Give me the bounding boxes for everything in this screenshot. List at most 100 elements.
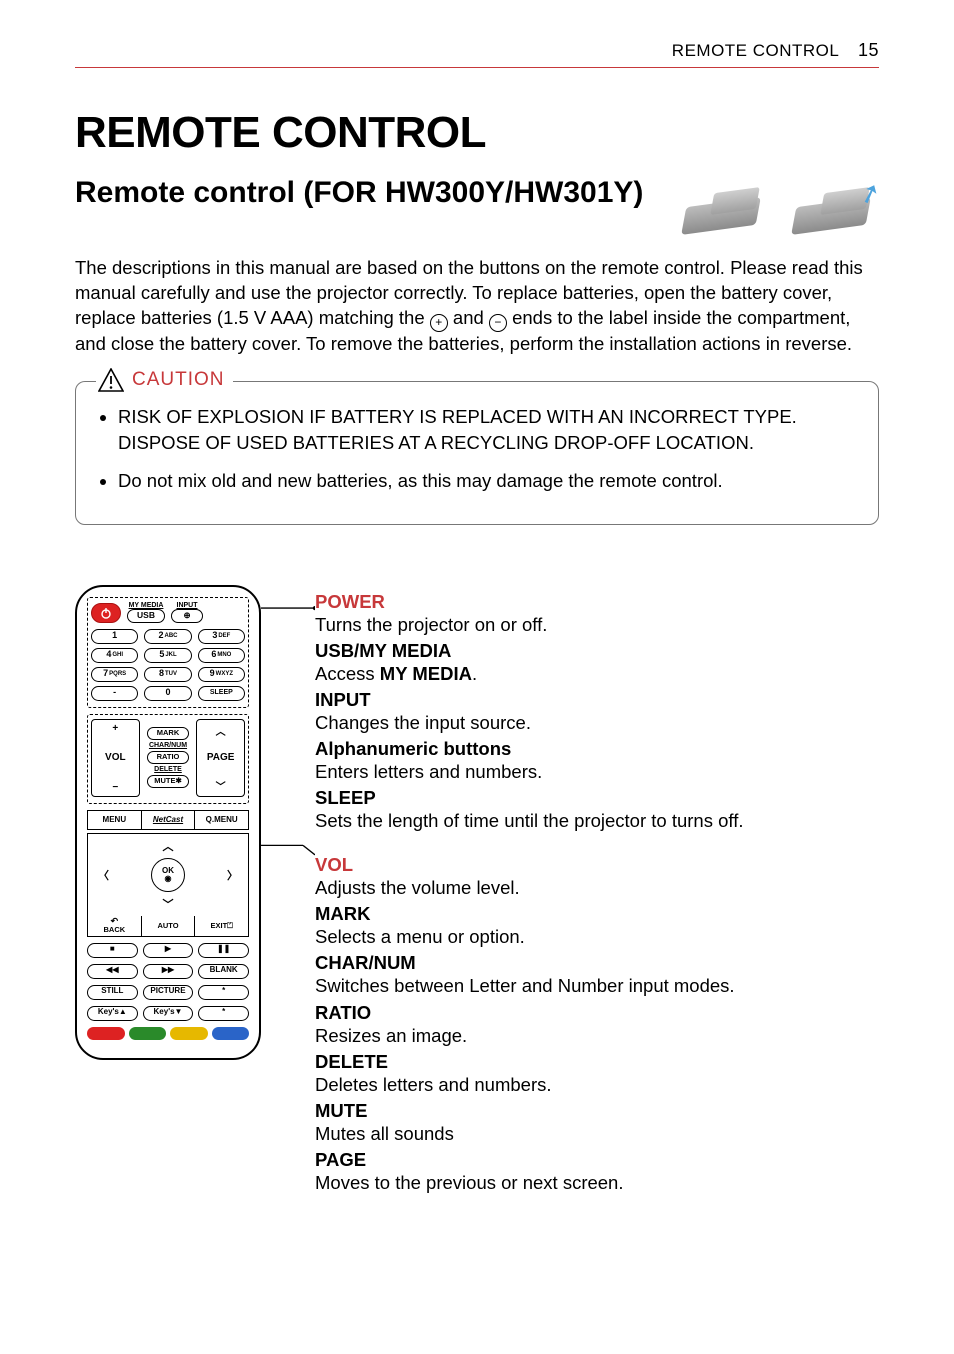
- mymedia-label: MY MEDIA: [129, 602, 164, 609]
- battery-illustrations: ➚: [677, 180, 879, 242]
- caution-item: Do not mix old and new batteries, as thi…: [118, 468, 854, 494]
- page-rocker[interactable]: ︿ PAGE ﹀: [196, 719, 245, 797]
- stop-button[interactable]: ■: [87, 943, 138, 958]
- caution-item: RISK OF EXPLOSION IF BATTERY IS REPLACED…: [118, 404, 854, 456]
- desc-term: PAGE: [315, 1149, 743, 1171]
- plus-icon: +: [430, 314, 448, 332]
- desc-term: Alphanumeric buttons: [315, 738, 743, 760]
- asterisk-button-2[interactable]: *: [198, 1006, 249, 1021]
- desc-term: CHAR/NUM: [315, 952, 743, 974]
- desc-term: DELETE: [315, 1051, 743, 1073]
- picture-button[interactable]: PICTURE: [143, 985, 194, 1000]
- desc-term: MUTE: [315, 1100, 743, 1122]
- arrow-right-icon: 〉: [227, 867, 238, 883]
- desc-def: Mutes all sounds: [315, 1122, 743, 1145]
- power-button[interactable]: [91, 603, 121, 623]
- desc-term: VOL: [315, 854, 743, 876]
- key-3[interactable]: 3DEF: [198, 629, 245, 644]
- menu-button[interactable]: MENU: [88, 811, 142, 829]
- input-button[interactable]: ⊕: [171, 609, 203, 623]
- ffwd-button[interactable]: ▶▶: [143, 964, 194, 979]
- minus-icon: −: [489, 314, 507, 332]
- desc-def: Access MY MEDIA.: [315, 662, 743, 685]
- color-red-button[interactable]: [87, 1027, 125, 1040]
- plus-icon: +: [112, 723, 118, 734]
- usb-button[interactable]: USB: [127, 609, 165, 623]
- keys-down-button[interactable]: Key's▼: [143, 1006, 194, 1021]
- qmenu-button[interactable]: Q.MENU: [195, 811, 248, 829]
- key-2[interactable]: 2ABC: [144, 629, 191, 644]
- exit-button[interactable]: EXIT⏍: [195, 916, 248, 936]
- desc-def: Deletes letters and numbers.: [315, 1073, 743, 1096]
- power-icon: [100, 607, 112, 619]
- key-5[interactable]: 5JKL: [144, 648, 191, 663]
- desc-term: SLEEP: [315, 787, 743, 809]
- key-4[interactable]: 4GHI: [91, 648, 138, 663]
- charnum-label: CHAR/NUM: [149, 742, 187, 749]
- pause-button[interactable]: ❚❚: [198, 943, 249, 958]
- mark-button[interactable]: MARK: [147, 727, 189, 740]
- key-1[interactable]: 1: [91, 629, 138, 644]
- caution-box: CAUTION RISK OF EXPLOSION IF BATTERY IS …: [75, 381, 879, 525]
- mute-button[interactable]: MUTE✱: [147, 775, 189, 788]
- ok-button[interactable]: OK ◉: [151, 858, 185, 892]
- dpad[interactable]: ︿ ﹀ 〈 〉 OK ◉: [87, 833, 249, 916]
- caution-label: CAUTION: [132, 369, 225, 391]
- desc-def: Enters letters and numbers.: [315, 760, 743, 783]
- play-button[interactable]: ▶: [143, 943, 194, 958]
- record-icon: ◉: [165, 875, 172, 883]
- ratio-button[interactable]: RATIO: [147, 751, 189, 764]
- netcast-button[interactable]: NetCast: [142, 811, 196, 829]
- page-number: 15: [858, 40, 879, 60]
- remote-diagram: MY MEDIA USB INPUT ⊕ 1 2ABC 3DEF 4GHI 5J…: [75, 585, 261, 1060]
- key-6[interactable]: 6MNO: [198, 648, 245, 663]
- sleep-button[interactable]: SLEEP: [198, 686, 245, 701]
- arrow-up-icon: ︿: [163, 838, 174, 854]
- key-8[interactable]: 8TUV: [144, 667, 191, 682]
- key-dash[interactable]: -: [91, 686, 138, 701]
- still-button[interactable]: STILL: [87, 985, 138, 1000]
- desc-term: MARK: [315, 903, 743, 925]
- warning-icon: [98, 368, 124, 392]
- color-blue-button[interactable]: [212, 1027, 250, 1040]
- desc-term: INPUT: [315, 689, 743, 711]
- battery-remove-illustration: ➚: [787, 180, 879, 242]
- asterisk-button[interactable]: *: [198, 985, 249, 1000]
- key-0[interactable]: 0: [144, 686, 191, 701]
- header-section: REMOTE CONTROL: [672, 41, 839, 60]
- desc-def: Changes the input source.: [315, 711, 743, 734]
- desc-term: RATIO: [315, 1002, 743, 1024]
- keys-up-button[interactable]: Key's▲: [87, 1006, 138, 1021]
- page-header: REMOTE CONTROL 15: [75, 40, 879, 68]
- page-subtitle: Remote control (FOR HW300Y/HW301Y): [75, 176, 657, 211]
- desc-def: Sets the length of time until the projec…: [315, 809, 743, 832]
- back-button[interactable]: ↶BACK: [88, 916, 142, 936]
- desc-def: Turns the projector on or off.: [315, 613, 743, 636]
- chevron-down-icon: ﹀: [216, 778, 226, 793]
- color-yellow-button[interactable]: [170, 1027, 208, 1040]
- desc-def: Moves to the previous or next screen.: [315, 1171, 743, 1194]
- rewind-button[interactable]: ◀◀: [87, 964, 138, 979]
- vol-rocker[interactable]: + VOL −: [91, 719, 140, 797]
- input-label: INPUT: [177, 602, 198, 609]
- desc-def: Adjusts the volume level.: [315, 876, 743, 899]
- menu-row: MENU NetCast Q.MENU: [87, 810, 249, 830]
- arrow-left-icon: 〈: [98, 867, 109, 883]
- key-9[interactable]: 9WXYZ: [198, 667, 245, 682]
- blank-button[interactable]: BLANK: [198, 964, 249, 979]
- desc-def: Resizes an image.: [315, 1024, 743, 1047]
- page-title: REMOTE CONTROL: [75, 108, 879, 158]
- color-green-button[interactable]: [129, 1027, 167, 1040]
- delete-label: DELETE: [154, 766, 182, 773]
- intro-paragraph: The descriptions in this manual are base…: [75, 256, 879, 357]
- desc-def: Selects a menu or option.: [315, 925, 743, 948]
- remote-group-mid: + VOL − MARK CHAR/NUM RATIO DELETE MUTE✱…: [87, 714, 249, 804]
- desc-term: USB/MY MEDIA: [315, 640, 743, 662]
- chevron-up-icon: ︿: [216, 723, 226, 738]
- arrow-down-icon: ﹀: [163, 896, 174, 912]
- leader-lines: [261, 591, 315, 1199]
- minus-icon: −: [112, 782, 118, 793]
- desc-def: Switches between Letter and Number input…: [315, 974, 743, 997]
- key-7[interactable]: 7PQRS: [91, 667, 138, 682]
- auto-button[interactable]: AUTO: [142, 916, 196, 936]
